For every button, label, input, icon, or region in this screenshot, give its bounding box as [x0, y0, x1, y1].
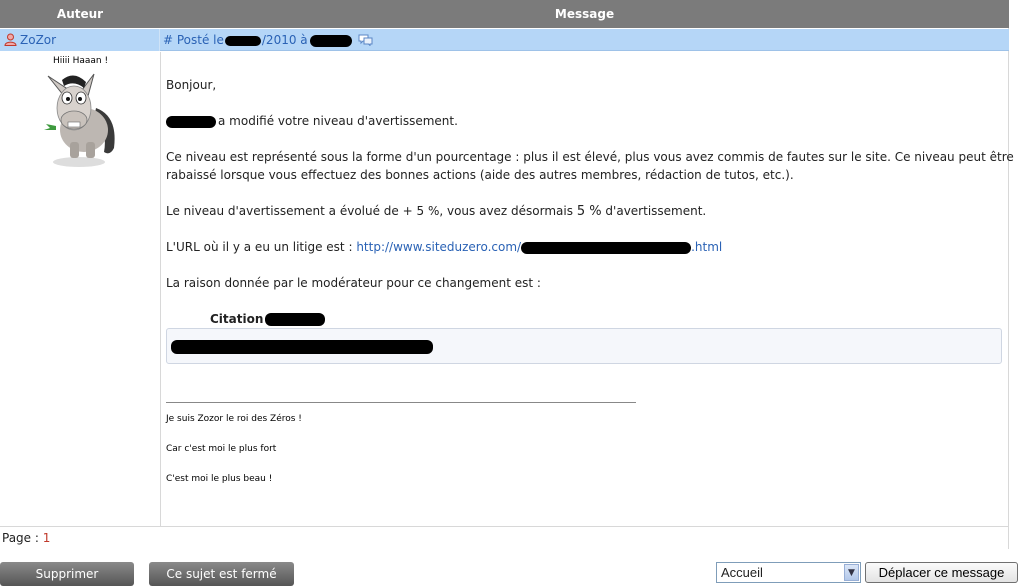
post-info-bar: ZoZor # Posté le/2010 à: [0, 29, 1009, 51]
move-destination-select[interactable]: Accueil ▼: [716, 562, 861, 583]
author-panel: Hiiii Haaan !: [0, 52, 161, 526]
evolution-line: Le niveau d'avertissement a évolué de + …: [166, 202, 706, 221]
table-header: Auteur Message: [0, 0, 1009, 28]
pagination: Page : 1: [0, 526, 1009, 549]
modified-text: a modifié votre niveau d'avertissement.: [218, 114, 458, 128]
author-column-header: Auteur: [56, 7, 104, 21]
redacted-citation-author: [265, 313, 326, 326]
author-name: ZoZor: [20, 33, 57, 47]
reason-line: La raison donnée par le modérateur pour …: [166, 276, 541, 290]
redacted-date: [224, 35, 261, 46]
chevron-down-icon[interactable]: ▼: [844, 564, 859, 581]
post-permalink[interactable]: # Posté le/2010 à: [163, 29, 373, 51]
message-panel: Bonjour, a modifié votre niveau d'averti…: [161, 52, 1014, 526]
posted-prefix: # Posté le: [163, 33, 224, 47]
forum-frame: Auteur Message ZoZor # Posté le/2010 à H…: [0, 0, 1014, 549]
author-link[interactable]: ZoZor: [0, 29, 160, 51]
quote-bubble-icon[interactable]: [358, 34, 373, 46]
message-column-header: Message: [554, 7, 615, 21]
url-start: http://www.siteduzero.com/: [356, 240, 522, 254]
page-label: Page :: [2, 531, 39, 545]
user-icon: [4, 33, 17, 46]
modified-line: a modifié votre niveau d'avertissement.: [166, 112, 458, 130]
evolution-prefix: Le niveau d'avertissement a évolué de + …: [166, 204, 573, 218]
explain-line-2: rabaissé lorsque vous effectuez des bonn…: [166, 168, 794, 182]
litigation-url-link[interactable]: http://www.siteduzero.com/ .html: [356, 240, 722, 254]
url-prefix: L'URL où il y a eu un litige est :: [166, 240, 353, 254]
evolution-value: 5 %: [576, 204, 602, 219]
explain-line-1: Ce niveau est représenté sous la forme d…: [166, 150, 1014, 164]
topic-closed-button[interactable]: Ce sujet est fermé: [149, 562, 294, 586]
citation-label-text: Citation: [210, 312, 264, 326]
current-page[interactable]: 1: [43, 531, 51, 545]
posted-year: /2010 à: [261, 33, 308, 47]
greeting: Bonjour,: [166, 78, 217, 92]
redacted-time: [309, 34, 352, 47]
redacted-url-path: [521, 241, 692, 254]
signature-line-1: Je suis Zozor le roi des Zéros !: [166, 414, 302, 424]
redacted-citation-text: [171, 340, 433, 354]
url-line: L'URL où il y a eu un litige est : http:…: [166, 238, 722, 256]
signature-divider: [166, 402, 636, 403]
author-motto: Hiiii Haaan !: [52, 56, 109, 66]
evolution-suffix: d'avertissement.: [605, 204, 707, 218]
move-message-button[interactable]: Déplacer ce message: [865, 562, 1018, 583]
signature-line-2: Car c'est moi le plus fort: [166, 444, 277, 454]
move-select-value: Accueil: [721, 565, 763, 580]
citation-label: Citation: [210, 310, 326, 328]
avatar: [44, 73, 115, 167]
citation-box: [166, 328, 1002, 364]
signature-line-3: C'est moi le plus beau !: [166, 474, 273, 484]
url-end: .html: [691, 240, 723, 254]
delete-button[interactable]: Supprimer: [0, 562, 134, 586]
redacted-moderator: [166, 115, 216, 128]
